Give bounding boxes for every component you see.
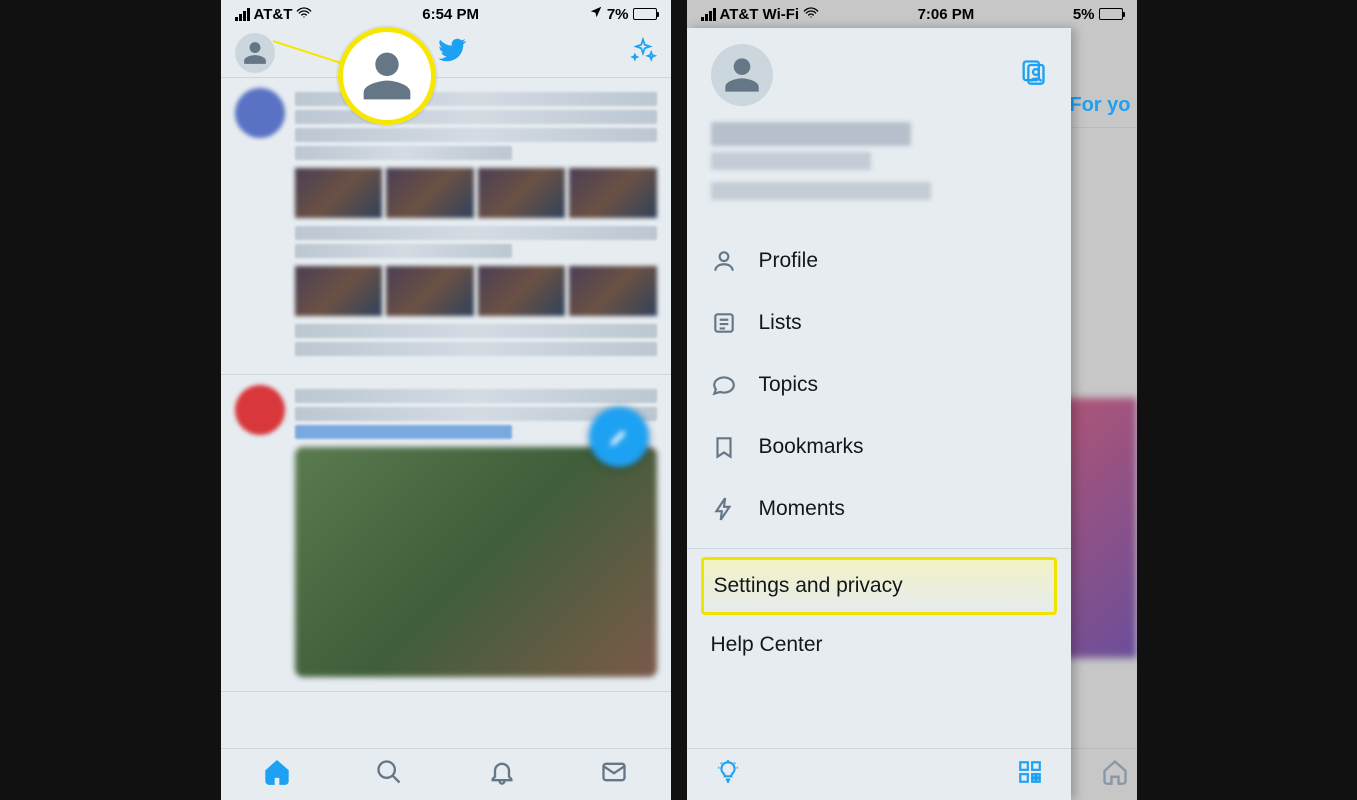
profile-avatar-button[interactable]	[235, 33, 275, 73]
battery-icon	[633, 8, 657, 20]
menu-label: Settings and privacy	[714, 574, 903, 597]
bulb-icon[interactable]	[715, 759, 741, 790]
account-name-blurred	[711, 122, 1047, 200]
compose-tweet-button[interactable]	[589, 407, 649, 467]
cell-signal-icon	[235, 8, 250, 21]
status-bar: AT&T Wi-Fi 7:06 PM 5%	[687, 0, 1137, 28]
tweet-avatar[interactable]	[235, 385, 285, 435]
tab-notifications[interactable]	[488, 758, 516, 791]
battery-icon	[1099, 8, 1123, 20]
menu-label: Profile	[759, 249, 819, 273]
phone-drawer-screenshot: For yo S To 2 ad Tre AT&T Wi-Fi	[687, 0, 1137, 800]
tab-home[interactable]	[263, 758, 291, 791]
drawer-header	[687, 28, 1071, 210]
battery-pct: 5%	[1073, 6, 1095, 23]
menu-label: Topics	[759, 373, 819, 397]
avatar-callout-highlight	[338, 27, 436, 125]
bottom-tab-bar	[221, 748, 671, 800]
top-nav	[221, 28, 671, 78]
carrier-label: AT&T Wi-Fi	[720, 6, 800, 23]
bolt-icon	[711, 496, 737, 522]
carrier-label: AT&T	[254, 6, 293, 23]
wifi-icon	[296, 5, 312, 24]
menu-label: Help Center	[711, 633, 823, 656]
menu-item-lists[interactable]: Lists	[687, 292, 1071, 354]
divider	[687, 548, 1071, 549]
person-icon	[711, 248, 737, 274]
tweet-item[interactable]	[221, 375, 671, 692]
tweet-item[interactable]	[221, 78, 671, 375]
menu-item-moments[interactable]: Moments	[687, 478, 1071, 540]
timeline-feed[interactable]	[221, 78, 671, 748]
twitter-bird-icon	[437, 35, 467, 70]
clock: 6:54 PM	[422, 6, 479, 23]
clock: 7:06 PM	[918, 6, 975, 23]
location-icon	[589, 5, 603, 23]
tab-messages[interactable]	[600, 758, 628, 791]
tweet-avatar[interactable]	[235, 88, 285, 138]
phone-feed-screenshot: AT&T 6:54 PM 7%	[221, 0, 671, 800]
side-drawer: Profile Lists Topics Bookmarks Moments	[687, 28, 1071, 800]
drawer-menu: Profile Lists Topics Bookmarks Moments	[687, 230, 1071, 540]
menu-item-bookmarks[interactable]: Bookmarks	[687, 416, 1071, 478]
wifi-icon	[803, 5, 819, 24]
list-icon	[711, 310, 737, 336]
sparkle-icon[interactable]	[629, 36, 657, 69]
menu-item-help-center[interactable]: Help Center	[687, 615, 1071, 675]
tweet-media-large[interactable]	[295, 447, 657, 677]
menu-item-profile[interactable]: Profile	[687, 230, 1071, 292]
bookmark-icon	[711, 434, 737, 460]
drawer-avatar[interactable]	[711, 44, 773, 106]
menu-item-topics[interactable]: Topics	[687, 354, 1071, 416]
menu-label: Bookmarks	[759, 435, 864, 459]
battery-pct: 7%	[607, 6, 629, 23]
menu-label: Moments	[759, 497, 845, 521]
tweet-media[interactable]	[295, 168, 657, 218]
topic-icon	[711, 372, 737, 398]
qr-icon[interactable]	[1017, 759, 1043, 790]
drawer-footer	[687, 748, 1071, 800]
cell-signal-icon	[701, 8, 716, 21]
segment-for-you[interactable]: For yo	[1069, 94, 1130, 117]
tweet-media[interactable]	[295, 266, 657, 316]
menu-label: Lists	[759, 311, 802, 335]
status-bar: AT&T 6:54 PM 7%	[221, 0, 671, 28]
tab-home-dimmed[interactable]	[1101, 758, 1129, 791]
accounts-icon[interactable]	[1019, 58, 1047, 91]
menu-item-settings-privacy[interactable]: Settings and privacy	[701, 557, 1057, 615]
tab-search[interactable]	[375, 758, 403, 791]
